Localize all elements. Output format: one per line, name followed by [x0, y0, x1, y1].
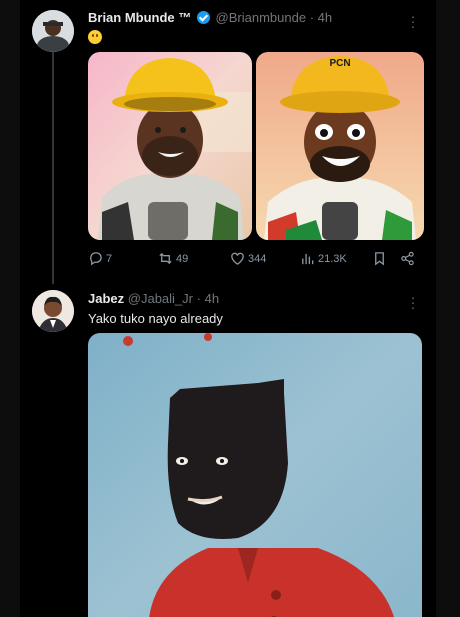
bookmark-button[interactable]: [372, 251, 387, 266]
avatar[interactable]: [32, 290, 74, 332]
separator-dot: ·: [196, 291, 201, 306]
bookmark-icon: [375, 252, 384, 266]
grinning-face-emoji-icon: [88, 30, 102, 44]
retweet-count: 49: [176, 252, 189, 265]
timeline: Brian Mbunde ™ @Brianmbunde · 4h · · · P…: [20, 0, 436, 617]
avatar[interactable]: [32, 10, 74, 52]
share-icon: [401, 251, 414, 266]
retweet-icon: [159, 252, 172, 265]
retweet-button[interactable]: 49: [158, 251, 188, 266]
author-name[interactable]: Jabez: [88, 291, 124, 306]
tweet-text: Yako tuko nayo already: [88, 311, 223, 326]
tweet-time[interactable]: 4h: [318, 10, 332, 25]
author-name[interactable]: Brian Mbunde ™: [88, 10, 191, 25]
tweet-header: Jabez @Jabali_Jr · 4h: [88, 291, 219, 307]
like-button[interactable]: 344: [230, 251, 266, 266]
more-options-icon[interactable]: · · ·: [410, 9, 416, 33]
tweet-time[interactable]: 4h: [205, 291, 219, 306]
tweet-image-photo[interactable]: [88, 52, 252, 240]
like-count: 344: [248, 252, 267, 265]
author-handle[interactable]: @Jabali_Jr: [128, 291, 193, 306]
views-count: 21.3K: [318, 252, 347, 265]
tweet-image-cartoon[interactable]: PCN: [256, 52, 424, 240]
tweet-actions: 7 49 344 21.3K: [88, 251, 428, 269]
reply-button[interactable]: 7: [88, 251, 112, 266]
verified-badge-icon: [196, 11, 210, 24]
cap-logo-text: PCN: [329, 58, 350, 69]
tweet-image-painting[interactable]: [88, 333, 422, 617]
author-handle[interactable]: @Brianmbunde: [216, 10, 307, 25]
thread-line: [52, 52, 54, 284]
reply-icon: [90, 252, 102, 266]
more-options-icon[interactable]: · · ·: [410, 290, 416, 314]
share-button[interactable]: [400, 251, 415, 266]
views-button[interactable]: 21.3K: [300, 251, 347, 266]
separator-dot: ·: [309, 10, 315, 25]
heart-icon: [231, 252, 244, 265]
views-icon: [302, 253, 314, 265]
reply-count: 7: [106, 252, 113, 265]
tweet-header: Brian Mbunde ™ @Brianmbunde · 4h: [88, 10, 332, 26]
